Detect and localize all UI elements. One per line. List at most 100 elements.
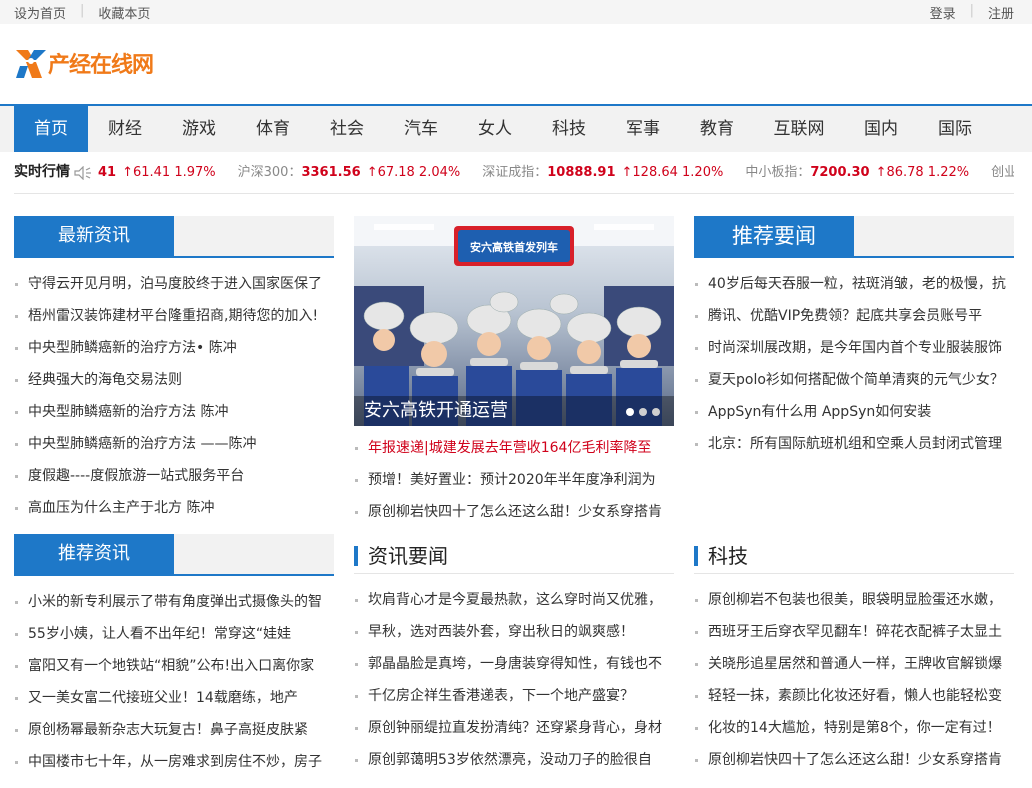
nav-item[interactable]: 科技 [532, 106, 606, 152]
recommend-headlines-list: 40岁后每天吞服一粒，祛斑消皱，老的极慢，抗 腾讯、优酷VIP免费领？起底共享会员… [694, 268, 1014, 460]
nav-item[interactable]: 国际 [918, 106, 992, 152]
register-link[interactable]: 注册 [988, 3, 1014, 22]
banner-text: 安六高铁首发列车 [470, 240, 558, 254]
recommend-news-tab[interactable]: 推荐资讯 [14, 534, 174, 574]
news-item[interactable]: 高血压为什么主产于北方 陈冲 [14, 492, 334, 524]
site-header: 产经在线网 [0, 24, 1032, 106]
news-item[interactable]: 轻轻一抹，素颜比化妆还好看，懒人也能轻松变 [694, 680, 1014, 712]
middle-news-section: 资讯要闻 坎肩背心才是今夏最热款，这么穿时尚又优雅， 早秋，选对西装外套，穿出秋日… [354, 534, 674, 776]
headline-list: 年报速递|城建发展去年营收164亿毛利率降至 预增！美好置业：预计2020年半年度… [354, 432, 674, 528]
ticker-index-name: 沪深300： [237, 165, 302, 180]
topbar-divider: | [80, 3, 85, 18]
news-item[interactable]: 北京：所有国际航班机组和空乘人员封闭式管理 [694, 428, 1014, 460]
ticker-index-name: 深证成指： [482, 165, 548, 180]
news-item[interactable]: 郭晶晶脸是真垮，一身唐装穿得知性，有钱也不 [354, 648, 674, 680]
ticker-index-value: 10888.91 [547, 165, 616, 180]
latest-news-tab[interactable]: 最新资讯 [14, 216, 174, 256]
news-item[interactable]: 早秋，选对西装外套，穿出秋日的飒爽感！ [354, 616, 674, 648]
section-title[interactable]: 资讯要闻 [368, 540, 448, 569]
news-item[interactable]: 原创柳岩不包装也很美，眼袋明显脸蛋还水嫩， [694, 584, 1014, 616]
ticker-index-value: 41 [98, 165, 117, 180]
news-section-list: 坎肩背心才是今夏最热款，这么穿时尚又优雅， 早秋，选对西装外套，穿出秋日的飒爽感！… [354, 584, 674, 776]
section-accent-bar [694, 546, 698, 566]
ticker-index-value: 7200.30 [810, 165, 870, 180]
news-item[interactable]: 富阳又有一个地铁站“相貌”公布!出入口离你家 [14, 650, 334, 682]
news-item[interactable]: 原创柳岩快四十了怎么还这么甜！少女系穿搭肯 [354, 496, 674, 528]
right-tech-section: 科技 原创柳岩不包装也很美，眼袋明显脸蛋还水嫩， 西班牙王后穿衣罕见翻车！碎花衣配… [694, 534, 1014, 776]
nav-item[interactable]: 军事 [606, 106, 680, 152]
topbar-right-links: 登录 | 注册 [930, 3, 1014, 22]
news-item[interactable]: 中央型肺鳞癌新的治疗方法• 陈冲 [14, 332, 334, 364]
nav-item[interactable]: 游戏 [162, 106, 236, 152]
news-item[interactable]: AppSyn有什么用 AppSyn如何安装 [694, 396, 1014, 428]
nav-item[interactable]: 女人 [458, 106, 532, 152]
speaker-icon[interactable] [74, 153, 92, 193]
news-item[interactable]: 55岁小姨，让人看不出年纪！常穿这“娃娃 [14, 618, 334, 650]
news-item[interactable]: 原创钟丽缇拉直发扮清纯？还穿紧身背心，身材 [354, 712, 674, 744]
ticker-entries: 41 ↑61.41 1.97% 沪深300：3361.56 ↑67.18 2.04% 深… [98, 165, 1014, 180]
news-item[interactable]: 中央型肺鳞癌新的治疗方法 ——陈冲 [14, 428, 334, 460]
news-item[interactable]: 中央型肺鳞癌新的治疗方法 陈冲 [14, 396, 334, 428]
featured-photo: 安六高铁首发列车 [354, 216, 674, 426]
news-item[interactable]: 原创柳岩快四十了怎么还这么甜！少女系穿搭肯 [694, 744, 1014, 776]
recommend-news-list: 小米的新专利展示了带有角度弹出式摄像头的智 55岁小姨，让人看不出年纪！常穿这“娃… [14, 586, 334, 778]
news-item[interactable]: 西班牙王后穿衣罕见翻车！碎花衣配裤子太显土 [694, 616, 1014, 648]
nav-item[interactable]: 体育 [236, 106, 310, 152]
news-item[interactable]: 时尚深圳展改期，是今年国内首个专业服装服饰 [694, 332, 1014, 364]
middle-column: 安六高铁首发列车 安六高铁开通运营 年报速递|城建发展去年营收164亿毛利率降至… [354, 216, 674, 528]
main-nav: 首页 财经 游戏 体育 社会 汽车 女人 科技 军事 教育 互联网 国内 国际 [0, 106, 1032, 152]
nav-item[interactable]: 互联网 [754, 106, 844, 152]
news-item[interactable]: 又一美女富二代接班父业！14载磨练，地产 [14, 682, 334, 714]
news-item[interactable]: 40岁后每天吞服一粒，祛斑消皱，老的极慢，抗 [694, 268, 1014, 300]
news-item[interactable]: 坎肩背心才是今夏最热款，这么穿时尚又优雅， [354, 584, 674, 616]
ticker-index-name: 中小板指： [745, 165, 811, 180]
featured-slideshow[interactable]: 安六高铁首发列车 安六高铁开通运营 [354, 216, 674, 426]
bookmark-link[interactable]: 收藏本页 [98, 3, 150, 22]
news-item[interactable]: 化妆的14大尴尬，特别是第8个，你一定有过！ [694, 712, 1014, 744]
nav-list: 首页 财经 游戏 体育 社会 汽车 女人 科技 军事 教育 互联网 国内 国际 [14, 106, 992, 152]
ticker-index-name: 创业板指： [991, 165, 1014, 180]
nav-item[interactable]: 国内 [844, 106, 918, 152]
news-item[interactable]: 夏天polo衫如何搭配做个简单清爽的元气少女？ [694, 364, 1014, 396]
news-item[interactable]: 中国楼市七十年，从一房难求到房住不炒，房子 [14, 746, 334, 778]
recommend-news-header: 推荐资讯 [14, 534, 334, 576]
slide-dot[interactable] [652, 408, 660, 416]
latest-news-list: 守得云开见月明，泊马度胶终于进入国家医保了 梧州雷汉装饰建材平台隆重招商,期待您的… [14, 268, 334, 524]
news-item[interactable]: 度假趣----度假旅游一站式服务平台 [14, 460, 334, 492]
nav-item[interactable]: 教育 [680, 106, 754, 152]
news-item[interactable]: 小米的新专利展示了带有角度弹出式摄像头的智 [14, 586, 334, 618]
slide-pagination [621, 408, 660, 416]
news-item[interactable]: 千亿房企祥生香港递表，下一个地产盛宴？ [354, 680, 674, 712]
slide-dot[interactable] [639, 408, 647, 416]
recommend-headlines-tab[interactable]: 推荐要闻 [694, 216, 854, 256]
section-title[interactable]: 科技 [708, 540, 748, 569]
set-homepage-link[interactable]: 设为首页 [14, 3, 66, 22]
topbar-left-links: 设为首页 | 收藏本页 [14, 3, 150, 22]
news-item[interactable]: 守得云开见月明，泊马度胶终于进入国家医保了 [14, 268, 334, 300]
news-item[interactable]: 梧州雷汉装饰建材平台隆重招商,期待您的加入! [14, 300, 334, 332]
nav-item[interactable]: 财经 [88, 106, 162, 152]
ticker-index-change: ↑128.64 1.20% [621, 165, 724, 180]
news-item[interactable]: 预增！美好置业：预计2020年半年度净利润为 [354, 464, 674, 496]
news-item[interactable]: 年报速递|城建发展去年营收164亿毛利率降至 [354, 432, 674, 464]
login-link[interactable]: 登录 [930, 3, 956, 22]
news-item[interactable]: 关晓彤追星居然和普通人一样，王牌收官解锁爆 [694, 648, 1014, 680]
logo-icon [16, 50, 46, 78]
nav-item[interactable]: 首页 [14, 106, 88, 152]
news-item[interactable]: 原创杨幂最新杂志大玩复古！鼻子高挺皮肤紧 [14, 714, 334, 746]
left-column: 最新资讯 守得云开见月明，泊马度胶终于进入国家医保了 梧州雷汉装饰建材平台隆重招商… [14, 216, 334, 524]
ticker-index-change: ↑86.78 1.22% [875, 165, 970, 180]
ticker-index-change: ↑61.41 1.97% [122, 165, 216, 180]
slide-dot[interactable] [626, 408, 634, 416]
news-item[interactable]: 腾讯、优酷VIP免费领？起底共享会员账号平 [694, 300, 1014, 332]
nav-item[interactable]: 汽车 [384, 106, 458, 152]
ticker-label: 实时行情 [14, 164, 70, 180]
nav-item[interactable]: 社会 [310, 106, 384, 152]
top-utility-bar: 设为首页 | 收藏本页 登录 | 注册 [0, 0, 1032, 24]
tech-section-header: 科技 [694, 534, 1014, 574]
site-logo[interactable]: 产经在线网 [14, 44, 154, 82]
news-item[interactable]: 原创郭蔼明53岁依然漂亮，没动刀子的脸很自 [354, 744, 674, 776]
recommend-headlines-header: 推荐要闻 [694, 216, 1014, 258]
latest-news-header: 最新资讯 [14, 216, 334, 258]
news-item[interactable]: 经典强大的海龟交易法则 [14, 364, 334, 396]
